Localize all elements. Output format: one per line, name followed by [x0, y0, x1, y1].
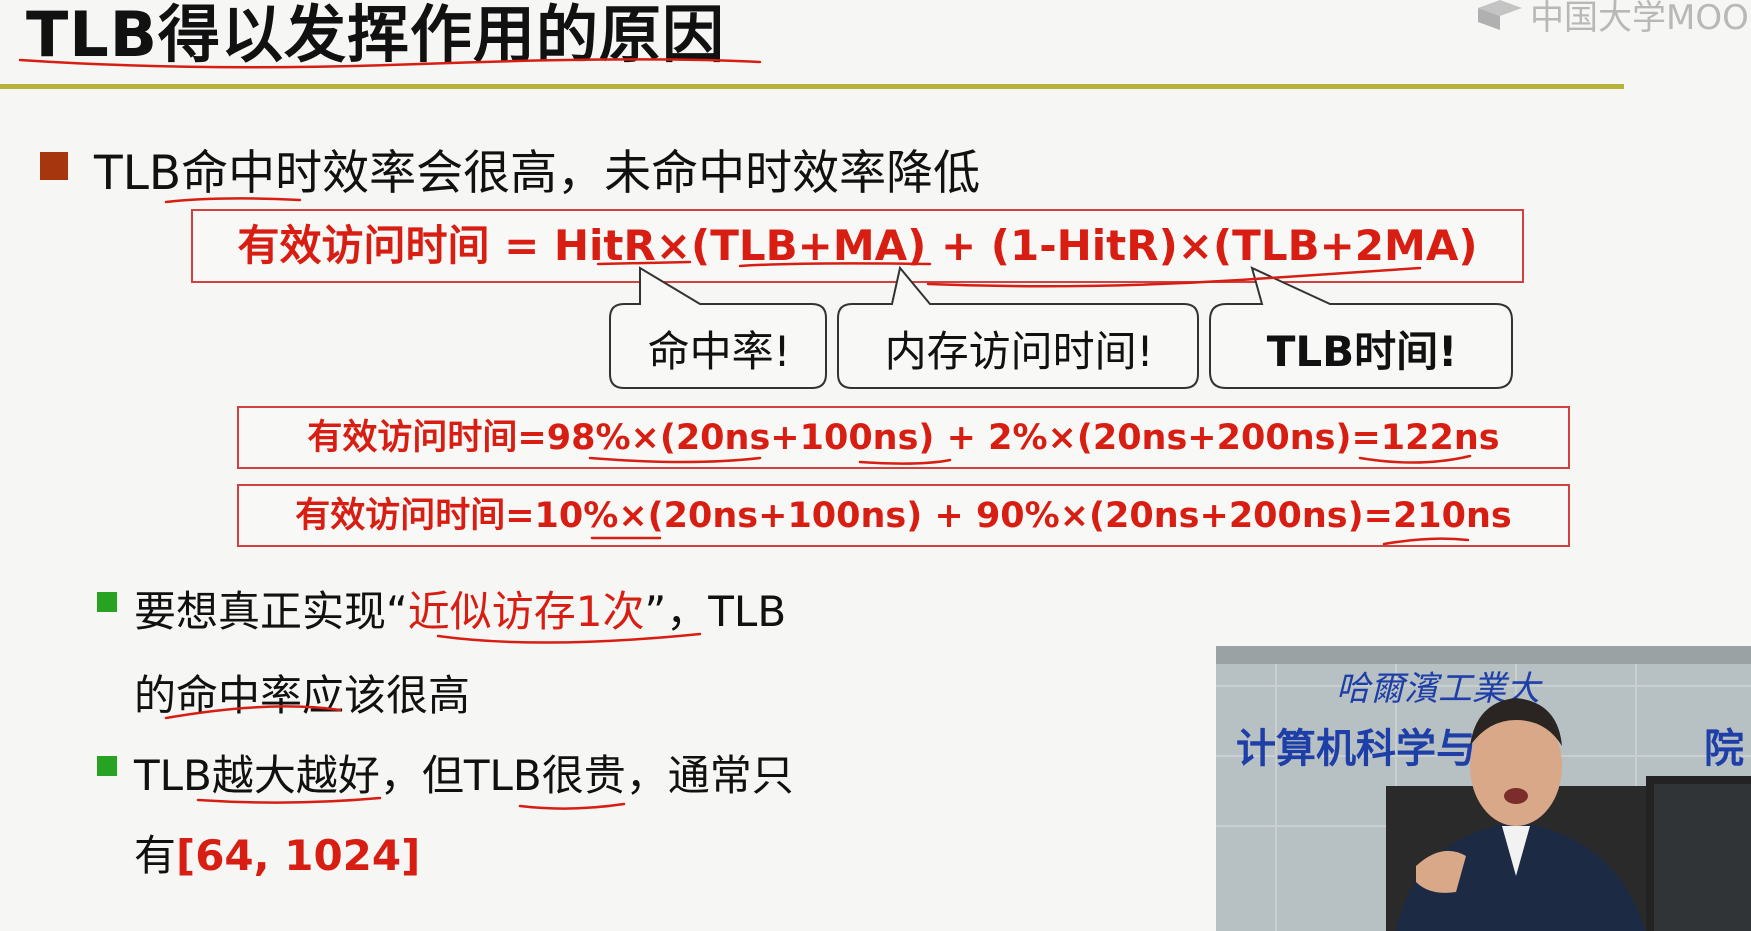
sub-bullet-2-range: [64, 1024] — [176, 831, 421, 880]
sub-bullet-1-line2: 的命中率应该很高 — [134, 671, 471, 720]
example-low-hit-text: 有效访问时间=10%×(20ns+100ns) + 90%×(20ns+200n… — [295, 496, 1512, 536]
sub-bullet-2-line1: TLB越大越好，但TLB很贵，通常只 — [134, 751, 794, 800]
sub-bullet-1-after: ”，TLB — [644, 587, 787, 636]
example-box-high-hit: 有效访问时间=98%×(20ns+100ns) + 2%×(20ns+200ns… — [237, 406, 1570, 469]
sub-bullet-marker — [97, 592, 117, 612]
sub-bullet-1-line1: 要想真正实现“近似访存1次”，TLB — [134, 578, 786, 639]
example-high-hit-text: 有效访问时间=98%×(20ns+100ns) + 2%×(20ns+200ns… — [307, 418, 1500, 458]
sub-bullet-1-before: 要想真正实现“ — [134, 587, 408, 636]
sub-bullet-2-line2: 有[64, 1024] — [134, 822, 420, 883]
example-box-low-hit: 有效访问时间=10%×(20ns+100ns) + 90%×(20ns+200n… — [237, 484, 1570, 547]
callout-hit-rate: 命中率! — [647, 327, 791, 376]
video-banner-end: 院 — [1704, 726, 1744, 772]
lecturer-video: 哈爾濱工業大 计算机科学与技 院 — [1216, 646, 1751, 931]
callout-tlb-time: TLB时间! — [1266, 327, 1458, 376]
sub-bullet-marker — [97, 756, 117, 776]
callout-memory-time: 内存访问时间! — [884, 327, 1154, 376]
sub-bullet-2-before: 有 — [134, 831, 177, 880]
sub-bullet-1-highlight: 近似访存1次 — [407, 587, 645, 636]
